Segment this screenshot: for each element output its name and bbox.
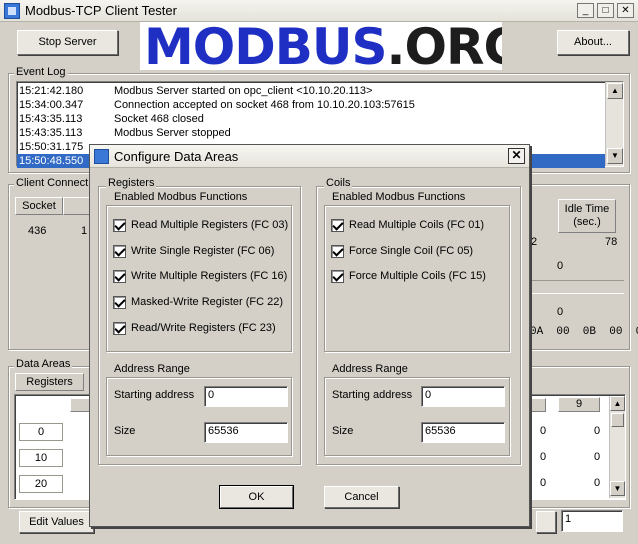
close-window-button[interactable]: ✕ bbox=[617, 3, 634, 18]
connection-value: 2 bbox=[531, 236, 538, 248]
event-log-scrollbar[interactable]: ▲ ▼ bbox=[605, 82, 623, 166]
checkbox-checked-icon[interactable] bbox=[113, 296, 126, 309]
log-time: 15:50:31.175 bbox=[19, 141, 84, 153]
window-title: Modbus-TCP Client Tester bbox=[25, 3, 177, 18]
log-message: Connection accepted on socket 468 from 1… bbox=[114, 99, 415, 111]
registers-size-label: Size bbox=[114, 425, 136, 437]
coils-group-label: Coils bbox=[324, 177, 353, 189]
checkbox-label: Masked-Write Register (FC 22) bbox=[131, 296, 283, 308]
stat-value: 0 bbox=[557, 306, 564, 318]
configure-data-areas-dialog: Configure Data Areas ✕ Registers Enabled… bbox=[89, 144, 530, 527]
registers-start-label: Starting address bbox=[114, 389, 195, 401]
registers-start-input[interactable]: 0 bbox=[204, 386, 288, 407]
stop-server-button[interactable]: Stop Server bbox=[17, 30, 118, 55]
cancel-button[interactable]: Cancel bbox=[324, 486, 399, 508]
logo-part-2: .ORG bbox=[386, 22, 503, 70]
checkbox-label: Write Multiple Registers (FC 16) bbox=[131, 270, 288, 282]
coils-function-list: Read Multiple Coils (FC 01) Force Single… bbox=[331, 216, 509, 296]
data-grid-scrollbar[interactable]: ▲ ▼ bbox=[609, 396, 625, 498]
idle-time-value: 78 bbox=[605, 236, 618, 248]
grid-column-header bbox=[530, 398, 546, 412]
stat-value: 0 bbox=[557, 260, 564, 272]
client-connections-label: Client Connect bbox=[14, 177, 91, 189]
coils-functions-label: Enabled Modbus Functions bbox=[330, 191, 468, 203]
coils-address-label: Address Range bbox=[330, 363, 410, 375]
cell-value[interactable]: 0 bbox=[540, 425, 546, 437]
grid-column-header-9[interactable]: 9 bbox=[558, 397, 600, 412]
log-time: 15:21:42.180 bbox=[19, 85, 84, 97]
coils-start-label: Starting address bbox=[332, 389, 413, 401]
data-nav-button[interactable] bbox=[536, 511, 556, 533]
idle-time-header[interactable]: Idle Time (sec.) bbox=[558, 199, 616, 233]
scroll-down-icon[interactable]: ▼ bbox=[607, 148, 623, 164]
window-titlebar: Modbus-TCP Client Tester _ □ ✕ bbox=[0, 0, 638, 22]
maximize-button[interactable]: □ bbox=[597, 3, 614, 18]
log-message: Modbus Server started on opc_client <10.… bbox=[114, 85, 373, 97]
checkbox-label: Read Multiple Registers (FC 03) bbox=[131, 219, 289, 231]
checkbox-label: Force Single Coil (FC 05) bbox=[349, 245, 474, 257]
checkbox-checked-icon[interactable] bbox=[113, 270, 126, 283]
socket-partial-value: 1 bbox=[81, 225, 88, 237]
coils-size-input[interactable]: 65536 bbox=[421, 422, 505, 443]
event-log-label: Event Log bbox=[14, 66, 68, 78]
socket-value: 436 bbox=[28, 225, 47, 237]
app-icon bbox=[4, 3, 20, 19]
socket-column-header[interactable]: Socket bbox=[15, 197, 63, 215]
checkbox-checked-icon[interactable] bbox=[113, 245, 126, 258]
checkbox-checked-icon[interactable] bbox=[331, 245, 344, 258]
checkbox-label: Write Single Register (FC 06) bbox=[131, 245, 275, 257]
data-areas-label: Data Areas bbox=[14, 358, 73, 370]
dialog-close-icon[interactable]: ✕ bbox=[508, 148, 525, 164]
edit-values-button[interactable]: Edit Values bbox=[19, 511, 94, 533]
checkbox-label: Read/Write Registers (FC 23) bbox=[131, 322, 276, 334]
separator bbox=[530, 280, 624, 294]
registers-group-label: Registers bbox=[106, 177, 157, 189]
modbus-logo: MODBUS.ORG bbox=[140, 22, 502, 70]
cell-value[interactable]: 0 bbox=[540, 451, 546, 463]
checkbox-checked-icon[interactable] bbox=[331, 270, 344, 283]
log-time: 15:34:00.347 bbox=[19, 99, 84, 111]
minimize-button[interactable]: _ bbox=[577, 3, 594, 18]
checkbox-checked-icon[interactable] bbox=[113, 219, 126, 232]
log-time: 15:50:48.550 bbox=[19, 155, 84, 167]
scroll-up-icon[interactable]: ▲ bbox=[610, 396, 625, 411]
cell-value[interactable]: 0 bbox=[540, 477, 546, 489]
about-button[interactable]: About... bbox=[557, 30, 629, 55]
ok-button[interactable]: OK bbox=[219, 485, 294, 509]
row-address: 20 bbox=[19, 475, 63, 493]
checkbox-checked-icon[interactable] bbox=[113, 322, 126, 335]
checkbox-checked-icon[interactable] bbox=[331, 219, 344, 232]
cell-value[interactable]: 0 bbox=[594, 425, 600, 437]
log-message: Socket 468 closed bbox=[114, 113, 204, 125]
log-time: 15:43:35.113 bbox=[19, 127, 83, 139]
dialog-app-icon bbox=[94, 149, 109, 164]
scroll-down-icon[interactable]: ▼ bbox=[610, 481, 625, 496]
cell-value[interactable]: 0 bbox=[594, 477, 600, 489]
coils-size-label: Size bbox=[332, 425, 354, 437]
registers-address-label: Address Range bbox=[112, 363, 192, 375]
scroll-thumb[interactable] bbox=[611, 413, 624, 427]
logo-part-1: MODBUS bbox=[144, 22, 387, 70]
coils-start-input[interactable]: 0 bbox=[421, 386, 505, 407]
tab-registers[interactable]: Registers bbox=[15, 373, 84, 391]
dialog-titlebar: Configure Data Areas ✕ bbox=[90, 145, 529, 168]
checkbox-label: Read Multiple Coils (FC 01) bbox=[349, 219, 485, 231]
registers-functions-label: Enabled Modbus Functions bbox=[112, 191, 250, 203]
registers-function-list: Read Multiple Registers (FC 03) Write Si… bbox=[113, 216, 291, 346]
cell-value[interactable]: 0 bbox=[594, 451, 600, 463]
row-address: 10 bbox=[19, 449, 63, 467]
dialog-title: Configure Data Areas bbox=[114, 149, 239, 164]
page-number-input[interactable]: 1 bbox=[561, 510, 623, 532]
row-address: 0 bbox=[19, 423, 63, 441]
column-header[interactable] bbox=[63, 197, 91, 215]
log-time: 15:43:35.113 bbox=[19, 113, 83, 125]
scroll-up-icon[interactable]: ▲ bbox=[607, 83, 623, 99]
hex-data: 0A 00 0B 00 0 bbox=[530, 326, 638, 338]
registers-size-input[interactable]: 65536 bbox=[204, 422, 288, 443]
checkbox-label: Force Multiple Coils (FC 15) bbox=[349, 270, 486, 282]
log-message: Modbus Server stopped bbox=[114, 127, 231, 139]
